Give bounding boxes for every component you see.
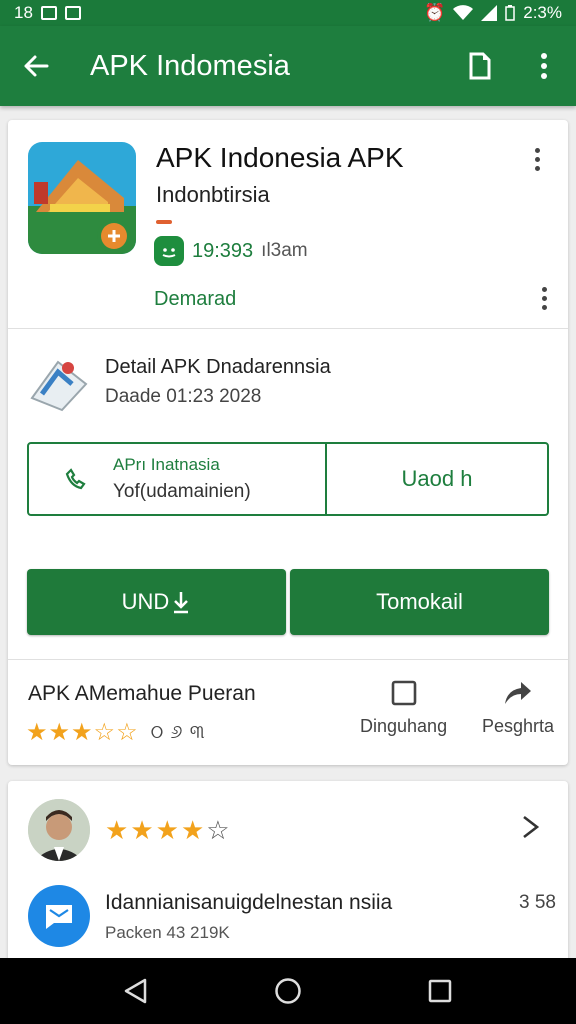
more-options-button[interactable] bbox=[512, 26, 576, 106]
dot-icon bbox=[541, 295, 547, 301]
divider bbox=[8, 659, 568, 660]
alarm-icon: ⏰ bbox=[424, 3, 446, 22]
more-vert-icon bbox=[541, 53, 547, 79]
document-icon bbox=[469, 52, 491, 80]
document-button[interactable] bbox=[448, 26, 512, 106]
nav-home-button[interactable] bbox=[258, 961, 318, 1021]
nav-back-button[interactable] bbox=[106, 961, 166, 1021]
divider bbox=[8, 328, 568, 329]
dot-icon bbox=[541, 304, 547, 310]
status-time-left: 18 bbox=[14, 3, 33, 22]
star-filled-icon: ★ bbox=[71, 719, 94, 746]
split-left-bottom: Yof(udamainien) bbox=[113, 481, 251, 502]
list-item-count: 3 58 bbox=[519, 892, 556, 913]
list-item-title[interactable]: Idannianisanuigdelnestan nsiia bbox=[105, 891, 392, 915]
app-details-card: APK Indonesia APK Indonbtirsia 19:393 ıl… bbox=[8, 120, 568, 765]
dot-icon bbox=[534, 165, 540, 171]
notification-icon bbox=[64, 6, 81, 20]
rating-section-title: APK AMemahue Pueran bbox=[28, 682, 256, 705]
developer-name[interactable]: Indonbtirsia bbox=[156, 182, 270, 208]
star-outline-icon: ☆ bbox=[116, 719, 139, 746]
primary-left-label: UND bbox=[121, 589, 170, 614]
package-icon bbox=[28, 354, 90, 412]
bookmark-icon bbox=[391, 680, 416, 706]
primary-right-button[interactable]: Tomokail bbox=[290, 569, 549, 635]
screenshot-icon bbox=[40, 6, 57, 20]
developer-underline bbox=[156, 220, 172, 224]
app-name: APK Indonesia APK bbox=[156, 142, 404, 173]
detail-date: Daade 01:23 2028 bbox=[105, 386, 262, 407]
arrow-back-icon bbox=[24, 55, 49, 77]
star-filled-icon: ★ bbox=[105, 815, 131, 845]
app-menu-button[interactable] bbox=[525, 144, 549, 174]
status-time-right: 2:3% bbox=[523, 3, 562, 22]
star-filled-icon: ★ bbox=[26, 719, 49, 746]
signal-icon bbox=[481, 5, 498, 21]
message-app-icon[interactable] bbox=[28, 885, 90, 947]
nav-back-icon bbox=[124, 978, 147, 1004]
nav-recents-icon bbox=[428, 979, 452, 1003]
dot-icon bbox=[541, 286, 547, 292]
call-icon bbox=[65, 468, 86, 490]
wishlist-label: Dinguhang bbox=[360, 716, 448, 736]
dot-icon bbox=[534, 147, 540, 153]
primary-right-label: Tomokail bbox=[376, 589, 463, 614]
star-half-icon: ★ bbox=[180, 815, 207, 845]
rating-extra: ଠ ୬ ୩ bbox=[150, 721, 206, 743]
page-title: APK Indomesia bbox=[90, 49, 290, 82]
split-option-left[interactable]: APrı Inatnasia Yof(udamainien) bbox=[29, 444, 327, 514]
reviews-card: ★★★★☆ Idannianisanuigdelnestan nsiia Pac… bbox=[8, 781, 568, 971]
download-icon bbox=[174, 592, 189, 614]
app-bar: APK Indomesia bbox=[0, 26, 576, 106]
share-label: Pesghrta bbox=[482, 716, 555, 736]
split-right-label: Uaod h bbox=[401, 466, 473, 491]
nav-recents-button[interactable] bbox=[410, 961, 470, 1021]
back-button[interactable] bbox=[0, 26, 72, 106]
primary-left-button[interactable]: UND bbox=[27, 569, 286, 635]
star-filled-icon: ★ bbox=[48, 719, 72, 746]
split-option-right[interactable]: Uaod h bbox=[327, 444, 547, 514]
download-count: 19:393 bbox=[192, 239, 254, 262]
app-icon[interactable] bbox=[28, 142, 136, 254]
android-badge-icon bbox=[154, 236, 184, 266]
app-size: ıl3am bbox=[261, 240, 308, 261]
star-filled-icon: ★ bbox=[155, 815, 181, 845]
share-button[interactable]: Pesghrta bbox=[482, 680, 554, 737]
chat-icon bbox=[46, 905, 72, 929]
list-item-subtitle: Packen 43 219K bbox=[105, 923, 230, 942]
install-menu-button[interactable] bbox=[532, 283, 556, 313]
dot-icon bbox=[534, 156, 540, 162]
chevron-right-icon bbox=[523, 815, 540, 839]
app-rating: ★ ★ ★ ☆ ☆ ଠ ୬ ୩ bbox=[26, 718, 206, 747]
install-status: Demarad bbox=[154, 288, 237, 310]
nav-home-icon bbox=[275, 978, 301, 1004]
app-stats-row: 19:393 ıl3am bbox=[154, 236, 308, 266]
wishlist-button[interactable]: Dinguhang bbox=[360, 680, 447, 737]
battery-icon bbox=[505, 5, 515, 21]
detail-title: Detail APK Dnadarennsia bbox=[105, 356, 331, 378]
star-outline-icon: ☆ bbox=[93, 719, 117, 746]
star-outline-icon: ☆ bbox=[206, 815, 232, 845]
share-icon bbox=[505, 682, 532, 704]
review-rating: ★★★★☆ bbox=[105, 815, 232, 846]
avatar[interactable] bbox=[28, 799, 90, 861]
system-nav-bar bbox=[0, 958, 576, 1024]
chevron-right-button[interactable] bbox=[520, 814, 542, 845]
status-bar: 18 ⏰ 2:3% bbox=[0, 0, 576, 26]
wifi-icon bbox=[453, 5, 474, 20]
star-filled-icon: ★ bbox=[130, 815, 156, 845]
split-left-top: APrı Inatnasia bbox=[113, 455, 220, 474]
split-options: APrı Inatnasia Yof(udamainien) Uaod h bbox=[27, 442, 549, 516]
